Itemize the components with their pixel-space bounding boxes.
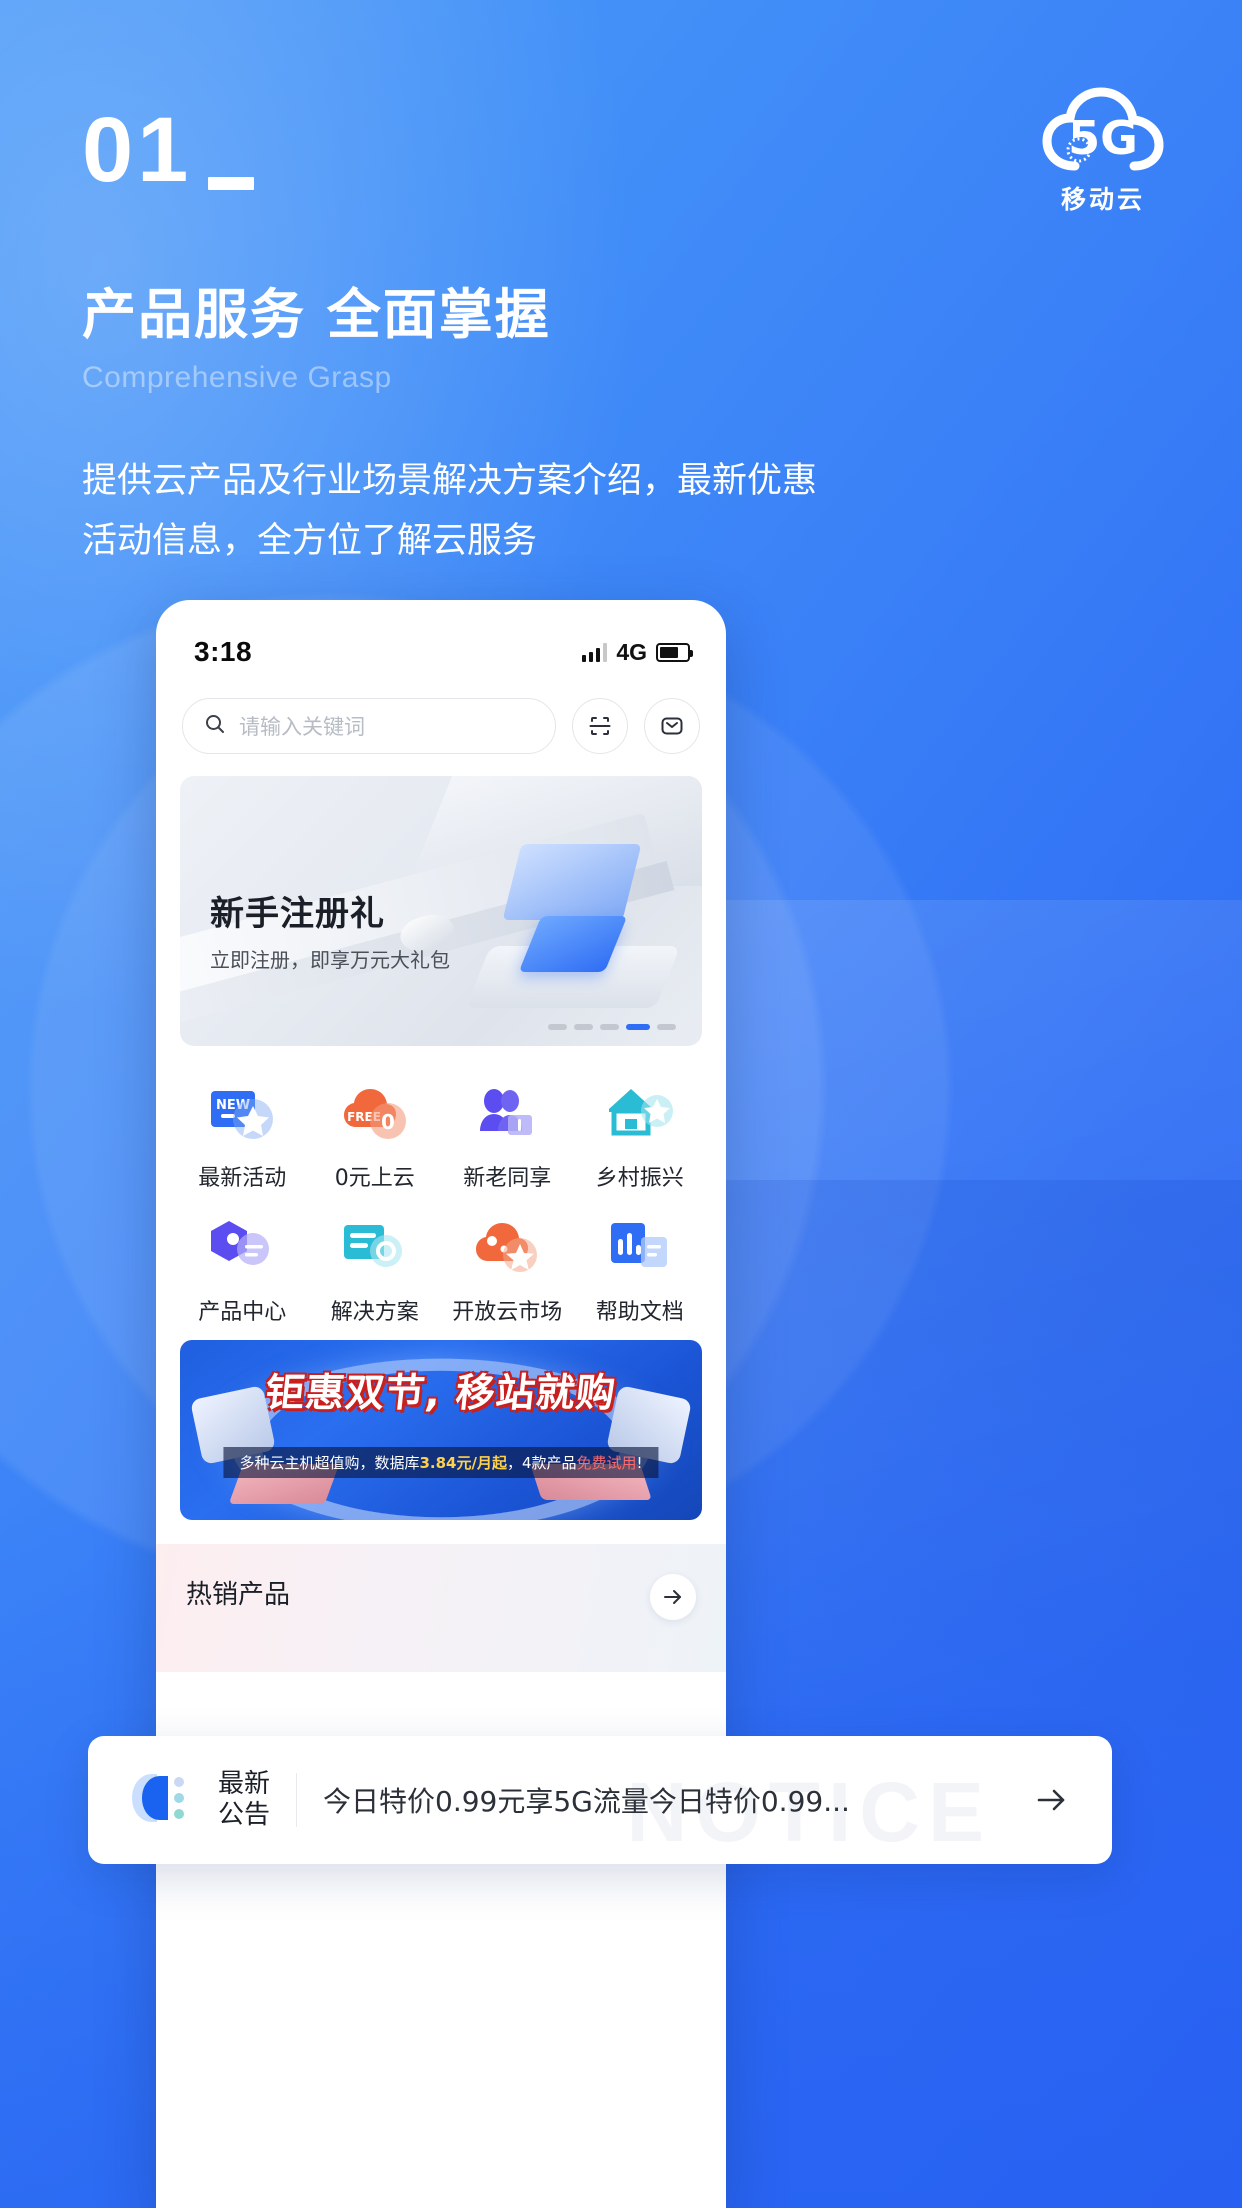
promo-title: 钜惠双节, 移站就购 bbox=[263, 1371, 619, 1416]
scan-icon[interactable] bbox=[572, 698, 628, 754]
grid-item-label: 乡村振兴 bbox=[595, 1166, 684, 1191]
grid-item-cloud-market[interactable]: 开放云市场 bbox=[441, 1206, 574, 1326]
banner-title: 新手注册礼 bbox=[210, 894, 385, 934]
hot-products-title: 热销产品 bbox=[186, 1580, 291, 1610]
hero-number-dash bbox=[208, 177, 255, 190]
hero-section: 01 产品服务 全面掌握 Comprehensive Grasp 提供云产品及行… bbox=[82, 104, 1082, 571]
hero-title: 产品服务 全面掌握 bbox=[82, 283, 551, 346]
megaphone-icon bbox=[124, 1765, 200, 1836]
carousel-dots[interactable] bbox=[548, 1024, 676, 1030]
product-center-icon bbox=[176, 1206, 309, 1290]
grid-item-label: 新老同享 bbox=[463, 1166, 552, 1191]
new-badge-icon: NEW bbox=[176, 1072, 309, 1156]
hero-description: 提供云产品及行业场景解决方案介绍，最新优惠活动信息，全方位了解云服务 bbox=[82, 461, 818, 562]
solution-doc-icon bbox=[309, 1206, 442, 1290]
hero-number-text: 01 bbox=[82, 99, 193, 201]
notice-card[interactable]: NOTICE 最新 公告 今日特价0.99元享5G流量今日特价0.99... bbox=[88, 1736, 1112, 1864]
status-indicators: 4G bbox=[582, 638, 693, 666]
users-share-icon bbox=[441, 1072, 574, 1156]
hero-number: 01 bbox=[82, 104, 1082, 196]
banner-subtitle: 立即注册，即享万元大礼包 bbox=[210, 948, 450, 972]
grid-item-users-share[interactable]: 新老同享 bbox=[441, 1072, 574, 1192]
grid-item-free-cloud[interactable]: FREE 0 0元上云 bbox=[309, 1072, 442, 1192]
battery-icon bbox=[656, 642, 693, 662]
message-icon[interactable] bbox=[644, 698, 700, 754]
carousel-dot[interactable] bbox=[548, 1024, 567, 1030]
notice-label-line2: 公告 bbox=[218, 1800, 271, 1830]
arrow-right-icon[interactable] bbox=[650, 1574, 696, 1620]
promo-subtitle: 多种云主机超值购，数据库3.84元/月起，4款产品免费试用! bbox=[223, 1447, 659, 1478]
carousel-dot[interactable] bbox=[600, 1024, 619, 1030]
svg-text:0: 0 bbox=[381, 1110, 395, 1134]
notice-text: 今日特价0.99元享5G流量今日特价0.99... bbox=[323, 1785, 850, 1818]
grid-item-village[interactable]: 乡村振兴 bbox=[574, 1072, 707, 1192]
carousel-dot-active[interactable] bbox=[626, 1024, 650, 1030]
promo-subtitle-mid: ，4款产品 bbox=[506, 1454, 577, 1472]
quick-entry-grid: NEW 最新活动 FREE 0 0元上云 新老同享 乡村振兴 产品中心 解决方案… bbox=[156, 1046, 726, 1326]
carousel-dot[interactable] bbox=[657, 1024, 676, 1030]
search-icon bbox=[203, 712, 227, 741]
grid-item-latest-activity[interactable]: NEW 最新活动 bbox=[176, 1072, 309, 1192]
notice-label: 最新 公告 bbox=[218, 1769, 270, 1830]
grid-item-label: 解决方案 bbox=[330, 1300, 419, 1325]
banner-art-screen bbox=[502, 844, 642, 920]
grid-item-help-doc[interactable]: 帮助文档 bbox=[574, 1206, 707, 1326]
promo-subtitle-prefix: 多种云主机超值购，数据库 bbox=[239, 1454, 420, 1472]
carousel-dot[interactable] bbox=[574, 1024, 593, 1030]
grid-item-label: 帮助文档 bbox=[595, 1300, 684, 1325]
grid-item-solution[interactable]: 解决方案 bbox=[309, 1206, 442, 1326]
grid-item-label: 产品中心 bbox=[198, 1300, 287, 1325]
status-time: 3:18 bbox=[194, 636, 253, 667]
search-input[interactable]: 请输入关键词 bbox=[182, 698, 556, 754]
arrow-right-icon[interactable] bbox=[1020, 1769, 1082, 1831]
phone-mockup: 3:18 4G 请输入关键词 新手注册礼 立即注册，即享万元大礼包 NEW 最新… bbox=[156, 600, 726, 2208]
network-label: 4G bbox=[616, 638, 647, 665]
hero-subtitle: Comprehensive Grasp bbox=[82, 361, 392, 394]
phone-status-bar: 3:18 4G bbox=[156, 600, 726, 686]
notice-label-line1: 最新 bbox=[218, 1769, 271, 1800]
notice-divider bbox=[296, 1773, 298, 1827]
hero-carousel-banner[interactable]: 新手注册礼 立即注册，即享万元大礼包 bbox=[180, 776, 702, 1046]
hot-products-section: 热销产品 bbox=[156, 1544, 726, 1672]
grid-item-product-center[interactable]: 产品中心 bbox=[176, 1206, 309, 1326]
signal-bars-icon bbox=[582, 642, 608, 662]
grid-item-label: 最新活动 bbox=[198, 1166, 287, 1191]
promo-subtitle-highlight: 免费试用 bbox=[576, 1454, 637, 1472]
help-doc-icon bbox=[574, 1206, 707, 1290]
promo-subtitle-price: 3.84元/月起 bbox=[419, 1454, 507, 1472]
promo-subtitle-suffix: ! bbox=[636, 1454, 643, 1472]
phone-search-row: 请输入关键词 bbox=[156, 686, 726, 754]
promo-banner[interactable]: 钜惠双节, 移站就购 多种云主机超值购，数据库3.84元/月起，4款产品免费试用… bbox=[180, 1340, 702, 1520]
village-house-icon bbox=[574, 1072, 707, 1156]
grid-item-label: 0元上云 bbox=[334, 1166, 415, 1191]
search-placeholder: 请输入关键词 bbox=[239, 716, 365, 739]
grid-item-label: 开放云市场 bbox=[452, 1300, 563, 1325]
free-cloud-icon: FREE 0 bbox=[309, 1072, 442, 1156]
cloud-market-icon bbox=[441, 1206, 574, 1290]
